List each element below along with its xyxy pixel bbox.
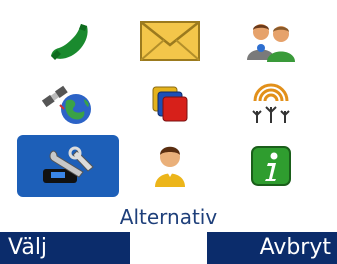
menu-title: Alternativ xyxy=(119,205,218,229)
tools-icon xyxy=(43,146,94,183)
envelope-icon xyxy=(140,21,200,61)
person-icon xyxy=(155,146,185,187)
select-softkey[interactable]: Välj xyxy=(0,232,130,264)
cancel-softkey[interactable]: Avbryt xyxy=(207,232,337,264)
antenna-network-icon xyxy=(252,83,290,123)
menu-item-internet[interactable] xyxy=(17,73,119,135)
softkey-bar: Välj Avbryt xyxy=(0,232,337,264)
softkey-middle-spacer xyxy=(130,232,207,264)
menu-grid xyxy=(0,0,337,205)
phone-icon xyxy=(51,24,88,60)
satellite-globe-icon xyxy=(41,85,91,124)
menu-item-connectivity[interactable] xyxy=(220,73,322,135)
menu-item-contacts[interactable] xyxy=(220,10,322,72)
menu-item-messages[interactable] xyxy=(119,10,221,72)
menu-item-info[interactable] xyxy=(220,135,322,197)
menu-item-profiles[interactable] xyxy=(119,135,221,197)
info-icon xyxy=(251,146,291,186)
menu-item-phone[interactable] xyxy=(17,10,119,72)
menu-item-settings[interactable] xyxy=(17,135,119,197)
menu-item-applications[interactable] xyxy=(119,73,221,135)
contacts-icon xyxy=(247,24,295,62)
colored-squares-icon xyxy=(152,86,188,122)
